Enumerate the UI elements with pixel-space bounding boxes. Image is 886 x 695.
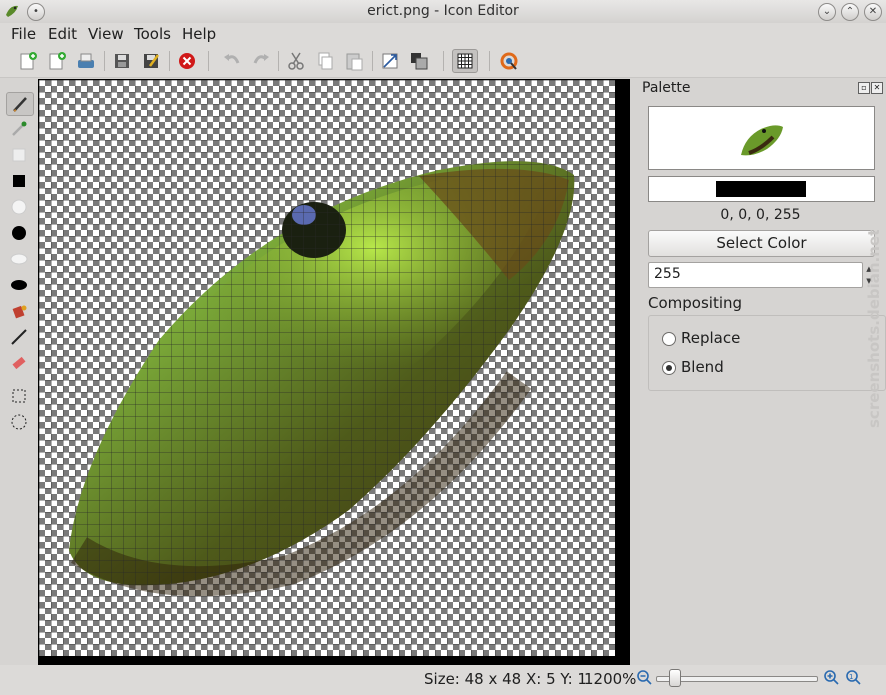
- minimize-button[interactable]: ⌄: [818, 3, 836, 21]
- alpha-spinbox[interactable]: 255 ▲ ▼: [648, 262, 872, 288]
- zoom-in-icon[interactable]: [823, 669, 839, 685]
- rgba-readout: 0, 0, 0, 255: [720, 207, 801, 223]
- watermark: screenshots.debian.net: [864, 229, 884, 450]
- close-window-button[interactable]: ✕: [864, 3, 882, 21]
- replace-radio[interactable]: [662, 332, 676, 346]
- blend-radio[interactable]: [662, 361, 676, 375]
- status-position: X: 5 Y: 1: [525, 670, 587, 688]
- line-tool[interactable]: [6, 326, 32, 348]
- filled-rectangle-tool[interactable]: [6, 170, 32, 192]
- preview-image: [741, 125, 783, 156]
- maximize-button[interactable]: ⌃: [841, 3, 859, 21]
- menu-view[interactable]: View: [88, 25, 124, 43]
- save-as-icon[interactable]: [139, 50, 163, 72]
- snake-head-image: [69, 161, 575, 597]
- menu-edit[interactable]: Edit: [48, 25, 77, 43]
- grid-icon[interactable]: [452, 49, 478, 73]
- filled-circle-tool[interactable]: [6, 222, 32, 244]
- circle-select-tool[interactable]: [6, 411, 32, 433]
- zoom-level: 1200%: [584, 670, 637, 688]
- rectangle-tool[interactable]: [6, 144, 32, 166]
- copy-icon[interactable]: [313, 50, 337, 72]
- window-title: erict.png - Icon Editor: [367, 3, 519, 19]
- undo-icon[interactable]: [220, 50, 244, 72]
- tools-panel: [0, 80, 36, 665]
- color-swatch-box: [648, 176, 875, 202]
- close-icon[interactable]: [175, 50, 199, 72]
- menu-help[interactable]: Help: [182, 25, 216, 43]
- paste-icon[interactable]: [342, 50, 366, 72]
- close-dock-button[interactable]: ✕: [871, 82, 883, 94]
- zoom-out-icon[interactable]: [636, 669, 652, 685]
- status-size-pos: Size: 48 x 48 X: 5 Y: 1: [424, 670, 587, 688]
- redo-icon[interactable]: [249, 50, 273, 72]
- status-size: Size: 48 x 48: [424, 670, 522, 688]
- color-picker-tool[interactable]: [6, 118, 32, 140]
- select-color-button[interactable]: Select Color: [648, 230, 875, 257]
- save-icon[interactable]: [110, 50, 134, 72]
- palette-dock: Palette ▫ ✕ 0, 0, 0, 255 Select Color 25…: [640, 79, 886, 665]
- menu-tools[interactable]: Tools: [134, 25, 171, 43]
- status-bar: Size: 48 x 48 X: 5 Y: 1 1200% 1: [0, 665, 886, 695]
- about-icon[interactable]: [497, 50, 521, 72]
- eraser-tool[interactable]: [6, 352, 32, 374]
- cut-icon[interactable]: [284, 50, 308, 72]
- watermark-text: screenshots.debian.net: [865, 230, 883, 428]
- compositing-label: Compositing: [648, 294, 743, 312]
- zoom-slider-handle[interactable]: [669, 669, 682, 687]
- open-icon[interactable]: [74, 50, 98, 72]
- blend-label[interactable]: Blend: [681, 358, 724, 376]
- rectangle-select-tool[interactable]: [6, 385, 32, 407]
- ellipse-tool[interactable]: [6, 248, 32, 270]
- svg-text:1: 1: [849, 673, 853, 681]
- alpha-value: 255: [654, 266, 681, 282]
- circle-tool[interactable]: [6, 196, 32, 218]
- current-color-swatch: [716, 181, 806, 197]
- title-bar: • erict.png - Icon Editor ⌄ ⌃ ✕: [0, 0, 886, 24]
- menu-bar: File Edit View Tools Help: [0, 23, 886, 45]
- zoom-original-icon[interactable]: 1: [845, 669, 861, 685]
- icon-preview: [648, 106, 875, 170]
- icon-canvas[interactable]: [39, 80, 615, 656]
- menu-file[interactable]: File: [11, 25, 36, 43]
- freehand-tool[interactable]: [6, 92, 34, 116]
- main-toolbar: [0, 45, 886, 78]
- palette-title: Palette: [642, 80, 691, 96]
- new-from-icon[interactable]: [45, 50, 69, 72]
- new-icon[interactable]: [16, 50, 40, 72]
- replace-label[interactable]: Replace: [681, 329, 740, 347]
- filled-ellipse-tool[interactable]: [6, 274, 32, 296]
- float-dock-button[interactable]: ▫: [858, 82, 870, 94]
- resize-icon[interactable]: [378, 50, 402, 72]
- grayscale-icon[interactable]: [407, 50, 431, 72]
- compositing-group: Replace Blend: [648, 315, 886, 391]
- fill-tool[interactable]: [6, 300, 32, 322]
